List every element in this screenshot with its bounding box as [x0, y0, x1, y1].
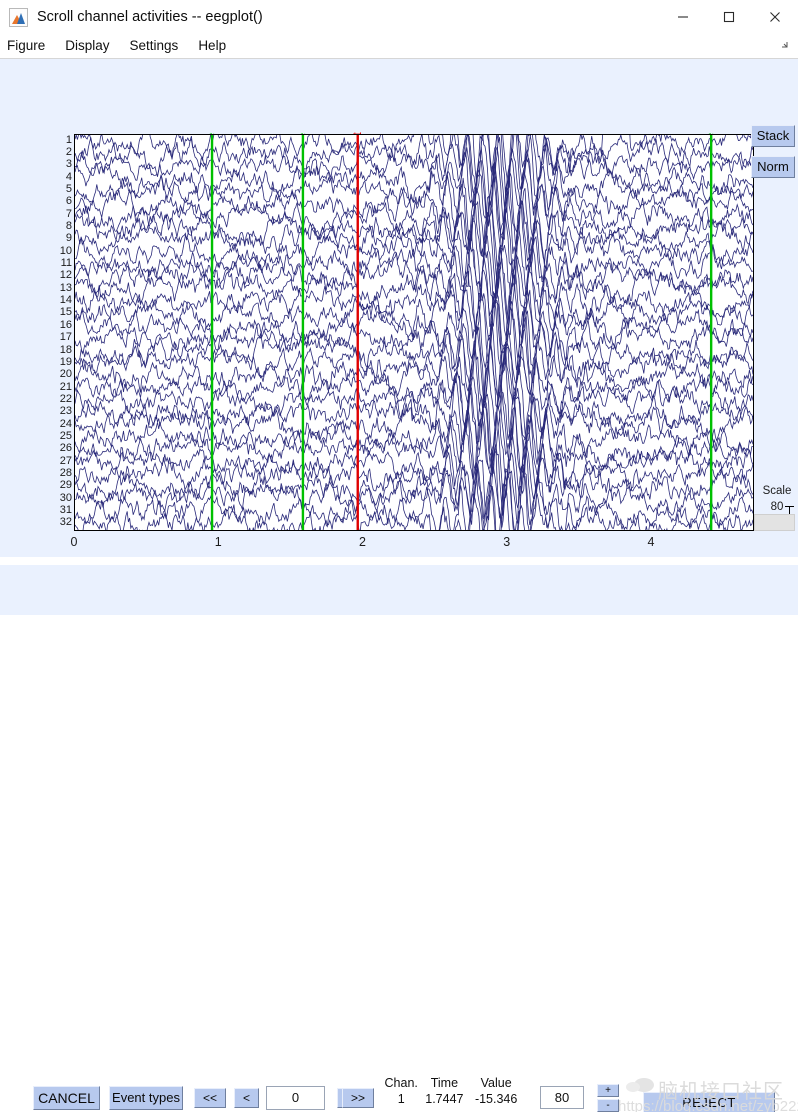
- event-types-button[interactable]: Event types: [109, 1086, 183, 1110]
- nav-last-button[interactable]: >>: [342, 1088, 374, 1108]
- channel-label: 26: [59, 442, 72, 455]
- bottom-control-bar: CANCEL Event types << < 0 > >> Chan. Tim…: [0, 565, 798, 1112]
- channel-label: 22: [59, 392, 72, 405]
- scale-increase-button[interactable]: +: [597, 1084, 619, 1097]
- channel-label: 11: [60, 257, 72, 270]
- channel-label: 23: [59, 405, 72, 418]
- time-axis-tick: 3: [503, 535, 511, 549]
- stack-button[interactable]: Stack: [751, 125, 795, 147]
- horizontal-scrollbar[interactable]: [754, 514, 795, 531]
- scale-input[interactable]: 80: [540, 1086, 584, 1109]
- maximize-icon[interactable]: [706, 0, 752, 34]
- cancel-button[interactable]: CANCEL: [33, 1086, 100, 1110]
- window-titlebar: Scroll channel activities -- eegplot(): [0, 0, 798, 34]
- channel-label: 10: [59, 244, 72, 257]
- readout-time-header: Time: [430, 1076, 459, 1090]
- window-title: Scroll channel activities -- eegplot(): [37, 9, 263, 25]
- channel-label: 15: [59, 306, 72, 319]
- channel-label: 14: [59, 294, 72, 307]
- channel-label: 24: [59, 417, 72, 430]
- close-icon[interactable]: [752, 0, 798, 34]
- scale-decrease-button[interactable]: -: [597, 1099, 619, 1112]
- readout-chan-header: Chan.: [384, 1076, 418, 1090]
- channel-label: 31: [59, 503, 72, 516]
- channel-label: 12: [59, 269, 72, 282]
- channel-label: 21: [59, 380, 72, 393]
- readout-value-value: -15.346: [474, 1092, 518, 1106]
- channel-label: 32: [59, 516, 72, 529]
- channel-label: 6: [65, 195, 72, 208]
- channel-label-axis: 1 2 3 4 5 6 7 8 9 10 11 12 13 14 15 16 17 18 19 20 21 22 23 24 2…: [46, 134, 72, 531]
- time-axis-tick: 4: [647, 535, 655, 549]
- page-input[interactable]: 0: [266, 1086, 325, 1110]
- time-axis-tick: 2: [359, 535, 366, 549]
- time-axis: 0 1 2 3 4: [70, 535, 754, 555]
- channel-label: 1: [65, 133, 72, 146]
- readout-time-value: 1.7447: [425, 1092, 464, 1106]
- channel-label: 16: [59, 318, 72, 331]
- time-axis-tick: 1: [214, 535, 222, 549]
- channel-label: 5: [65, 183, 72, 196]
- channel-label: 18: [59, 343, 72, 356]
- readout-value-header: Value: [480, 1076, 512, 1090]
- minimize-icon[interactable]: [660, 0, 706, 34]
- eeg-traces: [75, 135, 753, 530]
- cursor-readout: Chan. Time Value 1 1.7447 -15.346: [383, 1076, 523, 1106]
- channel-label: 27: [59, 454, 72, 467]
- menu-item-help[interactable]: Help: [198, 38, 237, 53]
- norm-button[interactable]: Norm: [751, 156, 795, 178]
- scale-legend-title: Scale: [762, 485, 792, 497]
- channel-label: 13: [59, 281, 72, 294]
- channel-label: 29: [59, 479, 72, 492]
- channel-label: 3: [65, 158, 72, 171]
- scale-stepper: + -: [597, 1084, 619, 1112]
- nav-first-button[interactable]: <<: [194, 1088, 226, 1108]
- resize-grip-icon[interactable]: [778, 39, 790, 51]
- channel-label: 8: [65, 220, 72, 233]
- menu-bar: Figure Display Settings Help: [0, 34, 798, 57]
- eeg-plot-area[interactable]: [74, 134, 754, 531]
- time-axis-tick: 0: [70, 535, 78, 549]
- channel-label: 9: [65, 232, 72, 245]
- channel-label: 19: [59, 355, 72, 368]
- window-controls: [660, 0, 798, 34]
- channel-label: 2: [65, 146, 72, 159]
- nav-prev-button[interactable]: <: [234, 1088, 259, 1108]
- figure-canvas: squaresquarertsquare 1234567891011121314…: [0, 58, 798, 1112]
- channel-label: 20: [59, 368, 72, 381]
- menu-item-display[interactable]: Display: [65, 38, 120, 53]
- channel-label: 28: [59, 466, 72, 479]
- scale-legend-value: 80: [770, 500, 784, 513]
- reject-button[interactable]: REJECT: [643, 1092, 775, 1112]
- channel-label: 17: [59, 331, 72, 344]
- channel-label: 7: [65, 207, 72, 220]
- menu-item-settings[interactable]: Settings: [130, 38, 190, 53]
- channel-label: 30: [59, 491, 72, 504]
- scale-legend: Scale 80: [757, 484, 797, 515]
- menu-item-figure[interactable]: Figure: [7, 38, 56, 53]
- readout-chan-value: 1: [397, 1092, 405, 1106]
- matlab-figure-icon: [9, 7, 28, 27]
- channel-label: 4: [65, 170, 72, 183]
- channel-label: 25: [59, 429, 72, 442]
